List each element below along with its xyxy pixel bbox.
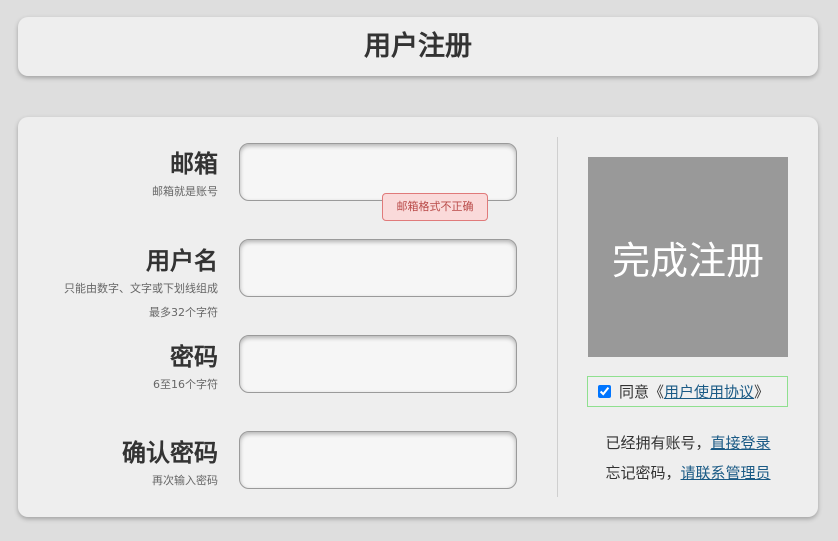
vertical-divider — [557, 137, 558, 497]
password-label: 密码 — [170, 343, 218, 371]
direct-login-link[interactable]: 直接登录 — [711, 434, 771, 452]
agree-prefix: 同意《 — [619, 383, 665, 401]
header-panel: 用户注册 — [18, 17, 818, 76]
email-label: 邮箱 — [170, 150, 218, 178]
registration-form: 邮箱 邮箱就是账号 邮箱格式不正确 用户名 只能由数字、文字或下划线组成 最多3… — [18, 117, 818, 517]
user-agreement-link[interactable]: 用户使用协议 — [664, 381, 754, 402]
password-hint: 6至16个字符 — [153, 378, 218, 391]
confirm-password-field[interactable] — [239, 431, 517, 489]
password-field[interactable] — [239, 335, 517, 393]
contact-admin-link[interactable]: 请联系管理员 — [681, 464, 771, 482]
username-hint: 只能由数字、文字或下划线组成 — [64, 282, 218, 295]
confirm-password-hint: 再次输入密码 — [152, 474, 218, 487]
agree-checkbox[interactable] — [598, 385, 611, 398]
login-prefix: 已经拥有账号， — [605, 434, 711, 452]
complete-registration-button[interactable]: 完成注册 — [588, 157, 788, 357]
confirm-password-label: 确认密码 — [122, 439, 218, 467]
username-length-hint: 最多32个字符 — [149, 306, 218, 319]
username-field[interactable] — [239, 239, 517, 297]
agree-suffix: 》 — [754, 383, 770, 401]
agreement-box: 同意《 用户使用协议》 — [587, 376, 788, 407]
forgot-line: 忘记密码，请联系管理员 — [578, 462, 798, 483]
email-error-tip: 邮箱格式不正确 — [382, 193, 488, 221]
forgot-prefix: 忘记密码， — [605, 464, 681, 482]
username-label: 用户名 — [146, 247, 218, 275]
email-hint: 邮箱就是账号 — [152, 185, 218, 198]
login-line: 已经拥有账号，直接登录 — [578, 432, 798, 453]
page-title: 用户注册 — [364, 31, 472, 62]
